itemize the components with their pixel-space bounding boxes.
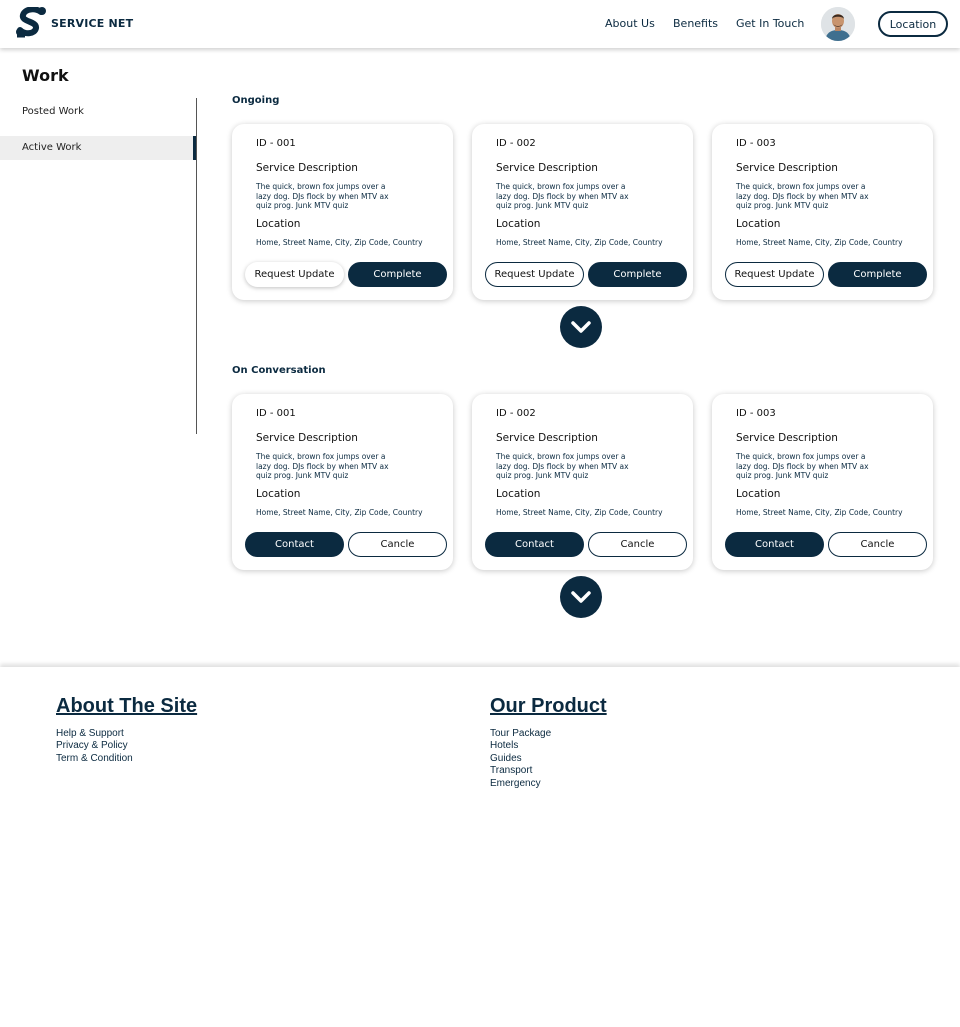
nav-benefits[interactable]: Benefits (673, 17, 718, 30)
footer-link-tour-package[interactable]: Tour Package (490, 728, 551, 739)
location-address: Home, Street Name, City, Zip Code, Count… (736, 238, 903, 247)
location-heading: Location (256, 488, 301, 500)
location-heading: Location (736, 488, 781, 500)
location-heading: Location (496, 218, 541, 230)
conversation-card-3: ID - 003 Service Description The quick, … (712, 394, 933, 570)
request-update-button[interactable]: Request Update (725, 262, 824, 287)
complete-button[interactable]: Complete (828, 262, 927, 287)
request-update-button[interactable]: Request Update (245, 262, 344, 287)
sidebar-item-posted-work[interactable]: Posted Work (0, 100, 196, 124)
brand-logo[interactable]: SERVICE NET (15, 7, 133, 39)
footer: About The Site Help & Support Privacy & … (0, 667, 960, 1027)
location-heading: Location (256, 218, 301, 230)
cancel-button[interactable]: Cancle (348, 532, 447, 557)
footer-link-emergency[interactable]: Emergency (490, 778, 541, 789)
top-header: SERVICE NET About Us Benefits Get In Tou… (0, 0, 960, 48)
location-heading: Location (496, 488, 541, 500)
footer-product-title: Our Product (490, 695, 607, 717)
service-description-heading: Service Description (496, 162, 598, 174)
card-id: ID - 003 (736, 138, 776, 149)
expand-ongoing-button[interactable] (560, 306, 602, 348)
service-description-heading: Service Description (256, 162, 358, 174)
nav-get-in-touch[interactable]: Get In Touch (736, 17, 804, 30)
chevron-down-icon (571, 321, 591, 333)
cancel-button[interactable]: Cancle (588, 532, 687, 557)
service-description-text: The quick, brown fox jumps over a lazy d… (736, 452, 869, 481)
cancel-button[interactable]: Cancle (828, 532, 927, 557)
complete-button[interactable]: Complete (348, 262, 447, 287)
chevron-down-icon (571, 591, 591, 603)
request-update-button[interactable]: Request Update (485, 262, 584, 287)
card-id: ID - 002 (496, 408, 536, 419)
sidebar-item-active-work[interactable]: Active Work (0, 136, 196, 160)
brand-name: SERVICE NET (51, 16, 134, 30)
ongoing-card-2: ID - 002 Service Description The quick, … (472, 124, 693, 300)
complete-button[interactable]: Complete (588, 262, 687, 287)
location-address: Home, Street Name, City, Zip Code, Count… (496, 238, 663, 247)
conversation-card-2: ID - 002 Service Description The quick, … (472, 394, 693, 570)
conversation-card-1: ID - 001 Service Description The quick, … (232, 394, 453, 570)
contact-button[interactable]: Contact (245, 532, 344, 557)
service-description-text: The quick, brown fox jumps over a lazy d… (256, 452, 389, 481)
service-description-heading: Service Description (736, 432, 838, 444)
service-net-logo-icon (16, 7, 46, 38)
card-id: ID - 002 (496, 138, 536, 149)
location-address: Home, Street Name, City, Zip Code, Count… (736, 508, 903, 517)
sidebar-divider (196, 98, 197, 434)
footer-link-terms[interactable]: Term & Condition (56, 753, 133, 764)
service-description-heading: Service Description (496, 432, 598, 444)
ongoing-card-1: ID - 001 Service Description The quick, … (232, 124, 453, 300)
contact-button[interactable]: Contact (725, 532, 824, 557)
location-button[interactable]: Location (878, 11, 948, 37)
service-description-heading: Service Description (736, 162, 838, 174)
section-title-ongoing: Ongoing (232, 95, 280, 106)
section-title-on-conversation: On Conversation (232, 365, 326, 376)
footer-link-help-support[interactable]: Help & Support (56, 728, 124, 739)
contact-button[interactable]: Contact (485, 532, 584, 557)
footer-link-privacy-policy[interactable]: Privacy & Policy (56, 740, 128, 751)
service-description-text: The quick, brown fox jumps over a lazy d… (256, 182, 389, 211)
location-address: Home, Street Name, City, Zip Code, Count… (256, 238, 423, 247)
footer-link-hotels[interactable]: Hotels (490, 740, 518, 751)
location-address: Home, Street Name, City, Zip Code, Count… (256, 508, 423, 517)
avatar[interactable] (821, 7, 855, 41)
location-heading: Location (736, 218, 781, 230)
card-id: ID - 003 (736, 408, 776, 419)
footer-about-title: About The Site (56, 695, 198, 717)
footer-link-guides[interactable]: Guides (490, 753, 522, 764)
ongoing-card-3: ID - 003 Service Description The quick, … (712, 124, 933, 300)
footer-link-transport[interactable]: Transport (490, 765, 532, 776)
card-id: ID - 001 (256, 138, 296, 149)
user-avatar-icon (821, 7, 855, 41)
card-id: ID - 001 (256, 408, 296, 419)
service-description-heading: Service Description (256, 432, 358, 444)
service-description-text: The quick, brown fox jumps over a lazy d… (736, 182, 869, 211)
service-description-text: The quick, brown fox jumps over a lazy d… (496, 452, 629, 481)
service-description-text: The quick, brown fox jumps over a lazy d… (496, 182, 629, 211)
location-address: Home, Street Name, City, Zip Code, Count… (496, 508, 663, 517)
expand-conversation-button[interactable] (560, 576, 602, 618)
page-title: Work (22, 66, 69, 85)
nav-about-us[interactable]: About Us (605, 17, 655, 30)
